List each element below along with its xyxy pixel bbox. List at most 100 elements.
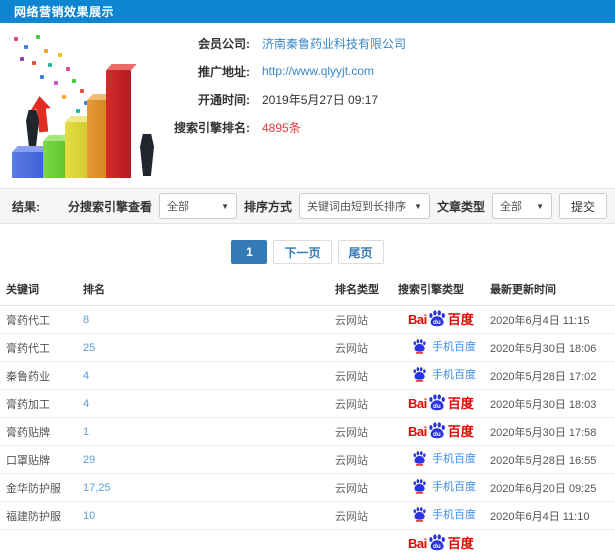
update-time-cell: 2020年5月30日 18:06: [490, 334, 615, 362]
rank-type-cell: 云网站: [335, 502, 398, 530]
engine-cell: 手机百度: [398, 502, 490, 530]
pagination: 1 下一页 尾页: [0, 240, 615, 264]
confetti-decoration: [14, 37, 18, 41]
info-row: 会员公司: 济南秦鲁药业科技有限公司: [180, 29, 615, 57]
rank-type-cell: [335, 530, 398, 557]
baidu-paw-icon: [412, 366, 427, 382]
rank-type-cell: 云网站: [335, 418, 398, 446]
rank-cell[interactable]: 1: [83, 418, 335, 446]
engine-filter-select[interactable]: 全部 ▼: [159, 193, 237, 219]
next-page-button[interactable]: 下一页: [273, 240, 331, 264]
rank-cell[interactable]: 4: [83, 362, 335, 390]
engine-cell: Bai du百度: [398, 306, 490, 334]
baidu-logo-cn-text: 百度: [448, 397, 474, 410]
baidu-paw-icon: du: [427, 421, 447, 443]
rank-cell[interactable]: 25: [83, 334, 335, 362]
keyword-cell: 膏药贴牌: [0, 418, 83, 446]
info-label: 开通时间:: [180, 91, 250, 108]
column-header: 最新更新时间: [490, 274, 615, 306]
update-time-cell: 2020年5月28日 17:02: [490, 362, 615, 390]
column-header: 关键词: [0, 274, 83, 306]
engine-cell: 手机百度: [398, 334, 490, 362]
rank-type-cell: 云网站: [335, 446, 398, 474]
baidu-logo-cn-text: 百度: [448, 313, 474, 326]
chart-bar-red: [106, 70, 131, 178]
baidu-logo-text: Bai: [408, 425, 427, 438]
engine-cell: Bai du百度: [398, 418, 490, 446]
info-label: 推广地址:: [180, 63, 250, 80]
table-row-partial: Bai du百度: [0, 530, 615, 557]
baidu-logo-text: Bai: [408, 537, 427, 550]
rank-cell[interactable]: 4: [83, 390, 335, 418]
baidu-paw-icon: du: [427, 533, 447, 555]
result-label: 结果:: [12, 198, 40, 215]
rank-type-cell: 云网站: [335, 390, 398, 418]
table-row: 秦鲁药业4云网站 手机百度 2020年5月28日 17:02: [0, 362, 615, 390]
update-time-cell: 2020年6月4日 11:10: [490, 502, 615, 530]
column-header: 排名类型: [335, 274, 398, 306]
rank-type-cell: 云网站: [335, 474, 398, 502]
info-section: 会员公司: 济南秦鲁药业科技有限公司推广地址: http://www.qlyyjt.…: [0, 23, 615, 187]
chart-bar-blue: [12, 152, 45, 178]
baidu-logo: Bai du百度: [408, 533, 474, 555]
rank-cell[interactable]: 29: [83, 446, 335, 474]
info-label: 会员公司:: [180, 35, 250, 52]
info-value: 4895条: [262, 119, 301, 136]
rank-cell[interactable]: 10: [83, 502, 335, 530]
update-time-cell: 2020年5月30日 18:03: [490, 390, 615, 418]
update-time-cell: 2020年5月28日 16:55: [490, 446, 615, 474]
baidu-paw-icon: [412, 478, 427, 494]
filter-controls: 分搜索引擎查看 全部 ▼ 排序方式 关键词由短到长排序 ▼ 文章类型 全部 ▼ …: [68, 193, 607, 219]
update-time-cell: [490, 530, 615, 557]
baidu-logo: Bai du 百度: [408, 393, 474, 415]
title-bar: 网络营销效果展示: [0, 0, 615, 23]
info-row: 开通时间: 2019年5月27日 09:17: [180, 85, 615, 113]
businessman-figure: [26, 110, 39, 146]
baidu-logo-cn-text: 百度: [448, 425, 474, 438]
mobile-baidu-label: 手机百度: [432, 450, 476, 466]
baidu-paw-icon: [412, 338, 427, 354]
sort-filter-select[interactable]: 关键词由短到长排序 ▼: [299, 193, 430, 219]
engine-filter-label: 分搜索引擎查看: [68, 198, 152, 215]
mobile-baidu-label: 手机百度: [432, 366, 476, 382]
rank-type-cell: 云网站: [335, 306, 398, 334]
engine-cell: Bai du 百度: [398, 390, 490, 418]
info-value[interactable]: 济南秦鲁药业科技有限公司: [262, 35, 406, 52]
info-value: 2019年5月27日 09:17: [262, 91, 378, 108]
table-row: 福建防护服10云网站 手机百度2020年6月4日 11:10: [0, 502, 615, 530]
engine-cell: 手机百度: [398, 474, 490, 502]
table-row: 膏药代工8云网站Bai du百度2020年6月4日 11:15: [0, 306, 615, 334]
update-time-cell: 2020年6月20日 09:25: [490, 474, 615, 502]
keyword-cell: 秦鲁药业: [0, 362, 83, 390]
rank-cell[interactable]: 8: [83, 306, 335, 334]
keyword-cell: [0, 530, 83, 557]
chevron-down-icon: ▼: [221, 202, 229, 211]
baidu-logo-text: Bai: [408, 313, 427, 326]
last-page-button[interactable]: 尾页: [338, 240, 384, 264]
keyword-cell: 福建防护服: [0, 502, 83, 530]
keyword-cell: 口罩贴牌: [0, 446, 83, 474]
engine-cell: 手机百度: [398, 362, 490, 390]
rank-type-cell: 云网站: [335, 362, 398, 390]
page-1-button[interactable]: 1: [231, 240, 267, 264]
submit-button[interactable]: 提交: [559, 193, 607, 219]
svg-text:du: du: [433, 403, 441, 410]
column-header: 排名: [83, 274, 335, 306]
rank-cell[interactable]: 17,25: [83, 474, 335, 502]
article-type-label: 文章类型: [437, 198, 485, 215]
mobile-baidu-label: 手机百度: [432, 338, 476, 354]
baidu-logo-text: Bai: [408, 397, 427, 410]
article-type-select[interactable]: 全部 ▼: [492, 193, 552, 219]
keyword-cell: 金华防护服: [0, 474, 83, 502]
baidu-paw-icon: [412, 450, 427, 466]
mobile-baidu-logo: 手机百度: [412, 478, 476, 494]
keyword-cell: 膏药代工: [0, 334, 83, 362]
chevron-down-icon: ▼: [536, 202, 544, 211]
column-header: 搜索引擎类型: [398, 274, 490, 306]
baidu-logo: Bai du百度: [408, 421, 474, 443]
table-row: 膏药贴牌1云网站Bai du百度2020年5月30日 17:58: [0, 418, 615, 446]
engine-cell: 手机百度: [398, 446, 490, 474]
page-title: 网络营销效果展示: [14, 3, 114, 20]
info-value[interactable]: http://www.qlyyjt.com: [262, 64, 374, 78]
table-header-row: 关键词排名排名类型搜索引擎类型最新更新时间: [0, 274, 615, 306]
